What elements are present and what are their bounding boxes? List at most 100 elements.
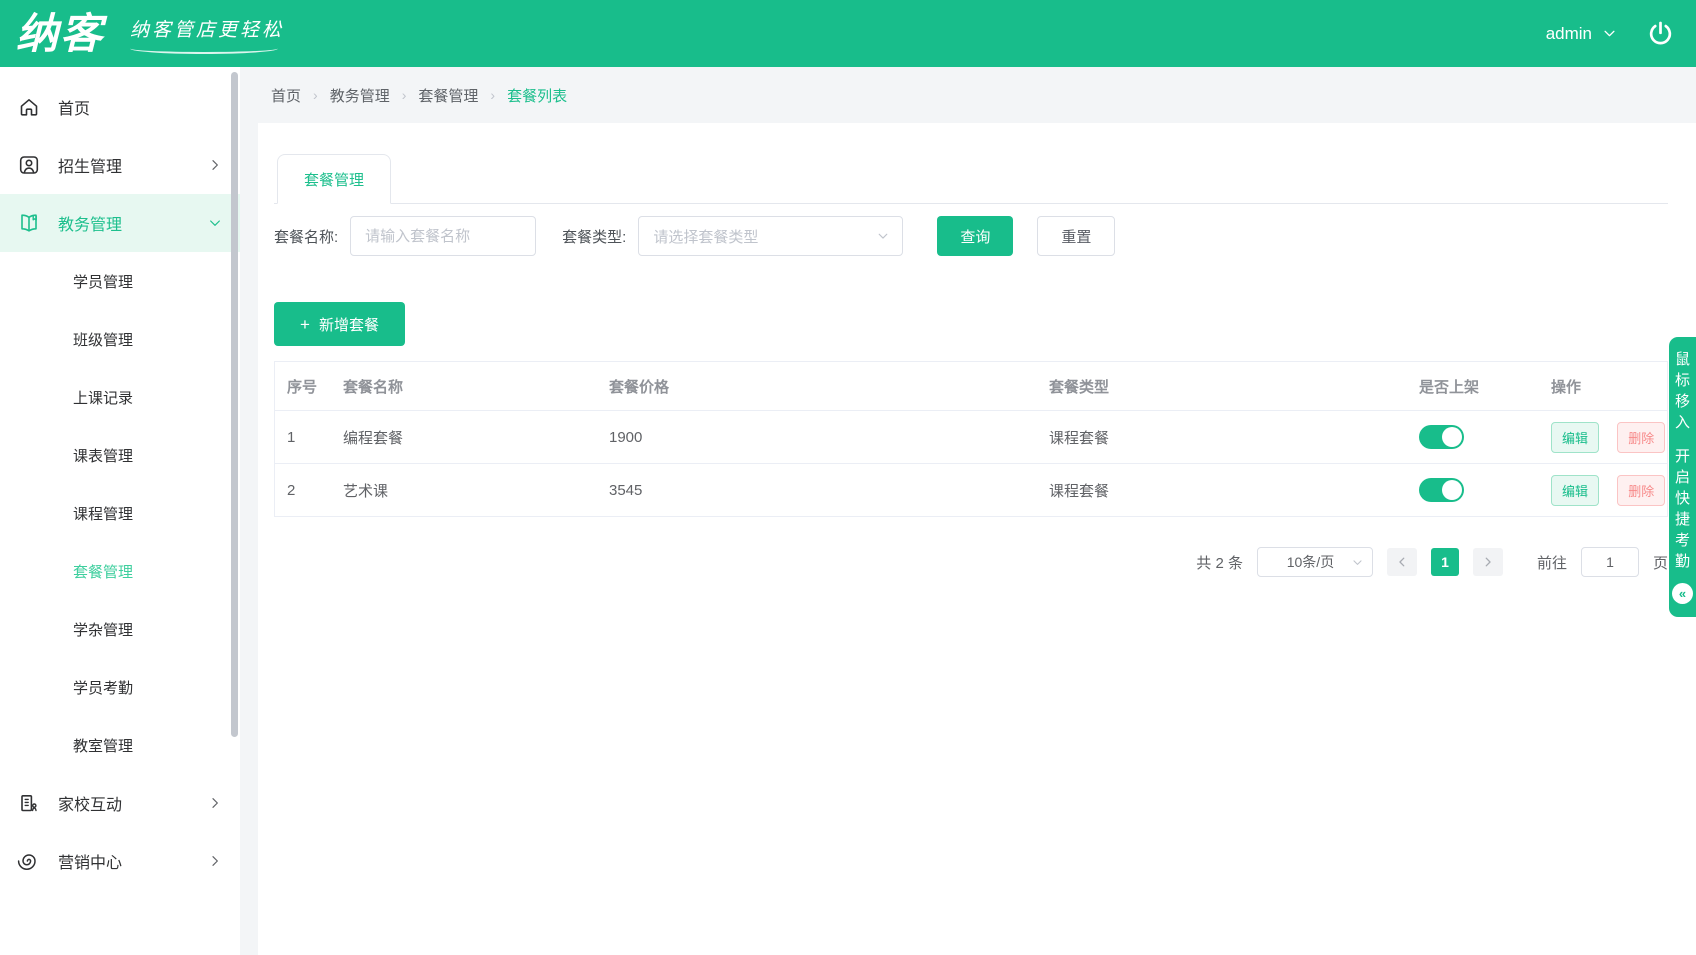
breadcrumb-separator: ›	[490, 87, 495, 103]
sidebar-subitem-lesson-records[interactable]: 上课记录	[0, 368, 240, 426]
school-icon	[17, 791, 41, 815]
column-header-name: 套餐名称	[331, 376, 597, 397]
column-header-price: 套餐价格	[597, 376, 1037, 397]
breadcrumb-package-list: 套餐列表	[507, 85, 567, 106]
sidebar-item-academic[interactable]: 教务管理	[0, 194, 240, 252]
shelf-toggle[interactable]	[1419, 425, 1464, 449]
tab-bar: 套餐管理	[274, 153, 1668, 204]
reset-button[interactable]: 重置	[1037, 216, 1115, 256]
sidebar-subitem-classroom-management[interactable]: 教室管理	[0, 716, 240, 774]
sidebar-subitem-class-management[interactable]: 班级管理	[0, 310, 240, 368]
sidebar-subitem-student-management[interactable]: 学员管理	[0, 252, 240, 310]
column-header-type: 套餐类型	[1037, 376, 1407, 397]
book-icon	[17, 211, 41, 235]
edit-button[interactable]: 编辑	[1551, 422, 1599, 453]
chevron-right-icon	[207, 157, 223, 173]
toggle-knob	[1442, 427, 1462, 447]
breadcrumb-home[interactable]: 首页	[271, 85, 301, 106]
page-unit-label: 页	[1653, 552, 1668, 573]
goto-label: 前往	[1537, 552, 1567, 573]
current-page-button[interactable]: 1	[1431, 548, 1459, 576]
add-package-button[interactable]: + 新增套餐	[274, 302, 405, 346]
cell-index: 1	[275, 429, 331, 446]
breadcrumb-separator: ›	[313, 87, 318, 103]
sidebar-item-marketing[interactable]: 营销中心	[0, 832, 240, 890]
sidebar: 首页 招生管理 教务管理 学员管理	[0, 67, 240, 955]
table-row: 2 艺术课 3545 课程套餐 编辑 删除	[275, 464, 1667, 517]
page-size-select[interactable]: 10条/页	[1257, 547, 1373, 577]
pagination: 共 2 条 10条/页 1 前往 页	[274, 547, 1668, 577]
slogan-underline	[130, 43, 278, 54]
ribbon-text-line1: 鼠标移入	[1669, 349, 1696, 433]
cell-name: 编程套餐	[331, 427, 597, 448]
total-count: 共 2 条	[1196, 552, 1243, 573]
app-root: 纳客 纳客管店更轻松 admin 首页	[0, 0, 1696, 955]
search-button[interactable]: 查询	[937, 216, 1013, 256]
sidebar-item-enrollment[interactable]: 招生管理	[0, 136, 240, 194]
sidebar-item-label: 首页	[58, 95, 240, 119]
sidebar-subitem-timetable-management[interactable]: 课表管理	[0, 426, 240, 484]
ribbon-text-line2: 开启快捷考勤	[1669, 446, 1696, 572]
sidebar-item-home-school[interactable]: 家校互动	[0, 774, 240, 832]
cell-index: 2	[275, 482, 331, 499]
column-header-on-shelf: 是否上架	[1407, 376, 1539, 397]
page-size-value: 10条/页	[1270, 552, 1351, 572]
breadcrumb-package-management[interactable]: 套餐管理	[418, 85, 478, 106]
user-menu[interactable]: admin	[1546, 24, 1617, 44]
sidebar-item-label: 家校互动	[58, 791, 207, 815]
edit-button[interactable]: 编辑	[1551, 475, 1599, 506]
breadcrumb-academic[interactable]: 教务管理	[330, 85, 390, 106]
sidebar-item-home[interactable]: 首页	[0, 78, 240, 136]
sidebar-subitem-student-attendance[interactable]: 学员考勤	[0, 658, 240, 716]
cell-price: 3545	[597, 482, 1037, 499]
package-name-input[interactable]	[350, 216, 536, 256]
tab-package-management[interactable]: 套餐管理	[277, 154, 391, 204]
sidebar-subitem-fees-management[interactable]: 学杂管理	[0, 600, 240, 658]
sidebar-item-label: 教务管理	[58, 211, 207, 235]
home-icon	[17, 95, 41, 119]
table-header-row: 序号 套餐名称 套餐价格 套餐类型 是否上架 操作	[275, 362, 1667, 411]
chevron-right-icon	[207, 853, 223, 869]
sidebar-item-label: 营销中心	[58, 849, 207, 873]
username: admin	[1546, 24, 1592, 44]
main-area: 首页 › 教务管理 › 套餐管理 › 套餐列表 套餐管理 套餐名称: 套餐类型:	[240, 67, 1696, 955]
breadcrumb: 首页 › 教务管理 › 套餐管理 › 套餐列表	[240, 67, 1696, 123]
package-table: 序号 套餐名称 套餐价格 套餐类型 是否上架 操作 1 编程套餐 1900 课程…	[274, 361, 1668, 517]
delete-button[interactable]: 删除	[1617, 475, 1665, 506]
shelf-toggle[interactable]	[1419, 478, 1464, 502]
next-page-button[interactable]	[1473, 548, 1503, 576]
quick-attendance-ribbon[interactable]: 鼠标移入 开启快捷考勤 «	[1669, 337, 1696, 617]
add-package-label: 新增套餐	[319, 314, 379, 335]
delete-button[interactable]: 删除	[1617, 422, 1665, 453]
toggle-knob	[1442, 480, 1462, 500]
plus-icon: +	[300, 316, 310, 333]
logo[interactable]: 纳客	[16, 13, 104, 55]
slogan: 纳客管店更轻松	[130, 15, 284, 54]
sidebar-subitem-course-management[interactable]: 课程管理	[0, 484, 240, 542]
package-name-label: 套餐名称:	[274, 226, 338, 247]
goto-page-input[interactable]	[1581, 547, 1639, 577]
expand-left-icon[interactable]: «	[1672, 583, 1693, 604]
slogan-text: 纳客管店更轻松	[130, 15, 284, 42]
target-icon	[17, 849, 41, 873]
person-icon	[17, 153, 41, 177]
package-type-select[interactable]: 请选择套餐类型	[638, 216, 903, 256]
package-type-label: 套餐类型:	[562, 226, 626, 247]
filter-bar: 套餐名称: 套餐类型: 请选择套餐类型 查询 重置	[274, 216, 1668, 256]
chevron-down-icon	[1351, 556, 1364, 569]
chevron-down-icon	[207, 215, 223, 231]
app-header: 纳客 纳客管店更轻松 admin	[0, 0, 1696, 67]
power-icon[interactable]	[1647, 20, 1674, 47]
chevron-down-icon	[876, 229, 890, 243]
chevron-left-icon	[1395, 555, 1409, 569]
sidebar-scrollbar[interactable]	[231, 72, 238, 737]
breadcrumb-separator: ›	[402, 87, 407, 103]
sidebar-subitem-package-management[interactable]: 套餐管理	[0, 542, 240, 600]
column-header-actions: 操作	[1539, 376, 1667, 397]
select-placeholder: 请选择套餐类型	[653, 226, 876, 247]
chevron-right-icon	[1481, 555, 1495, 569]
chevron-right-icon	[207, 795, 223, 811]
cell-price: 1900	[597, 429, 1037, 446]
content-card: 套餐管理 套餐名称: 套餐类型: 请选择套餐类型 查询 重置 +	[258, 123, 1696, 955]
prev-page-button[interactable]	[1387, 548, 1417, 576]
